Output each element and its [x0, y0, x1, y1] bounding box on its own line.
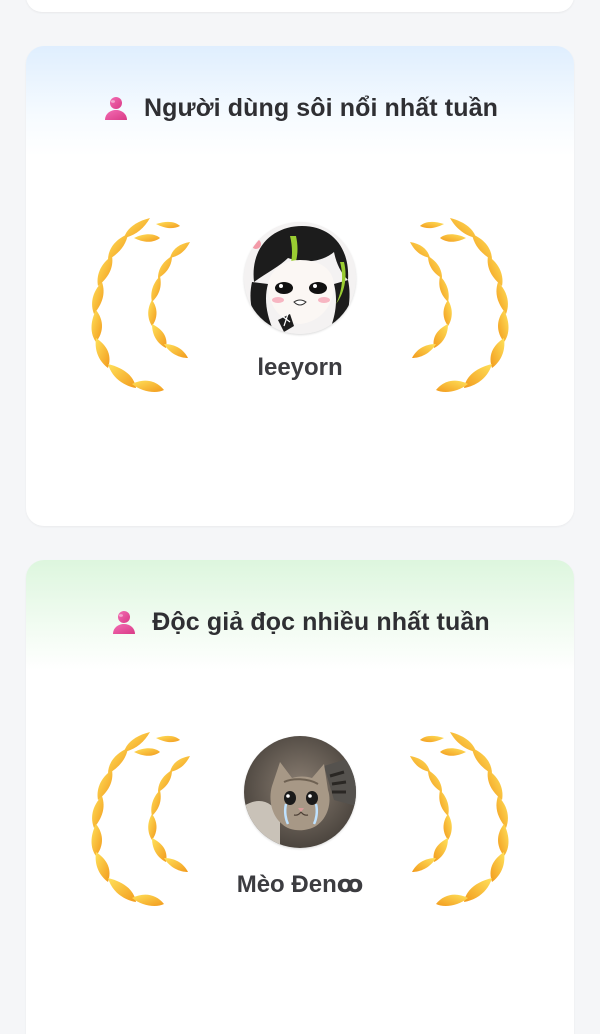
previous-card-bottom — [26, 0, 574, 12]
weekly-active-user-card: Người dùng sôi nổi nhất tuần leeyorn — [26, 46, 574, 526]
page: Người dùng sôi nổi nhất tuần leeyorn Độc… — [0, 0, 600, 1034]
avatar[interactable] — [244, 736, 356, 848]
laurel-right-icon — [410, 218, 509, 392]
winner-podium: Mèo Đenꝏ — [26, 730, 574, 920]
top-reader-card: Độc giả đọc nhiều nhất tuần Mèo Đenꝏ — [26, 560, 574, 1034]
user-icon — [105, 96, 128, 120]
crying-cat-avatar-icon — [244, 736, 356, 848]
winner-podium: leeyorn — [26, 216, 574, 406]
card-header: Độc giả đọc nhiều nhất tuần — [26, 608, 574, 637]
avatar[interactable] — [244, 222, 356, 334]
card-header: Người dùng sôi nổi nhất tuần — [26, 94, 574, 123]
laurel-right-icon — [410, 732, 509, 906]
anime-girl-avatar-icon — [244, 222, 356, 334]
card-title: Người dùng sôi nổi nhất tuần — [144, 94, 498, 122]
card-title: Độc giả đọc nhiều nhất tuần — [152, 608, 490, 636]
user-icon — [113, 610, 136, 634]
